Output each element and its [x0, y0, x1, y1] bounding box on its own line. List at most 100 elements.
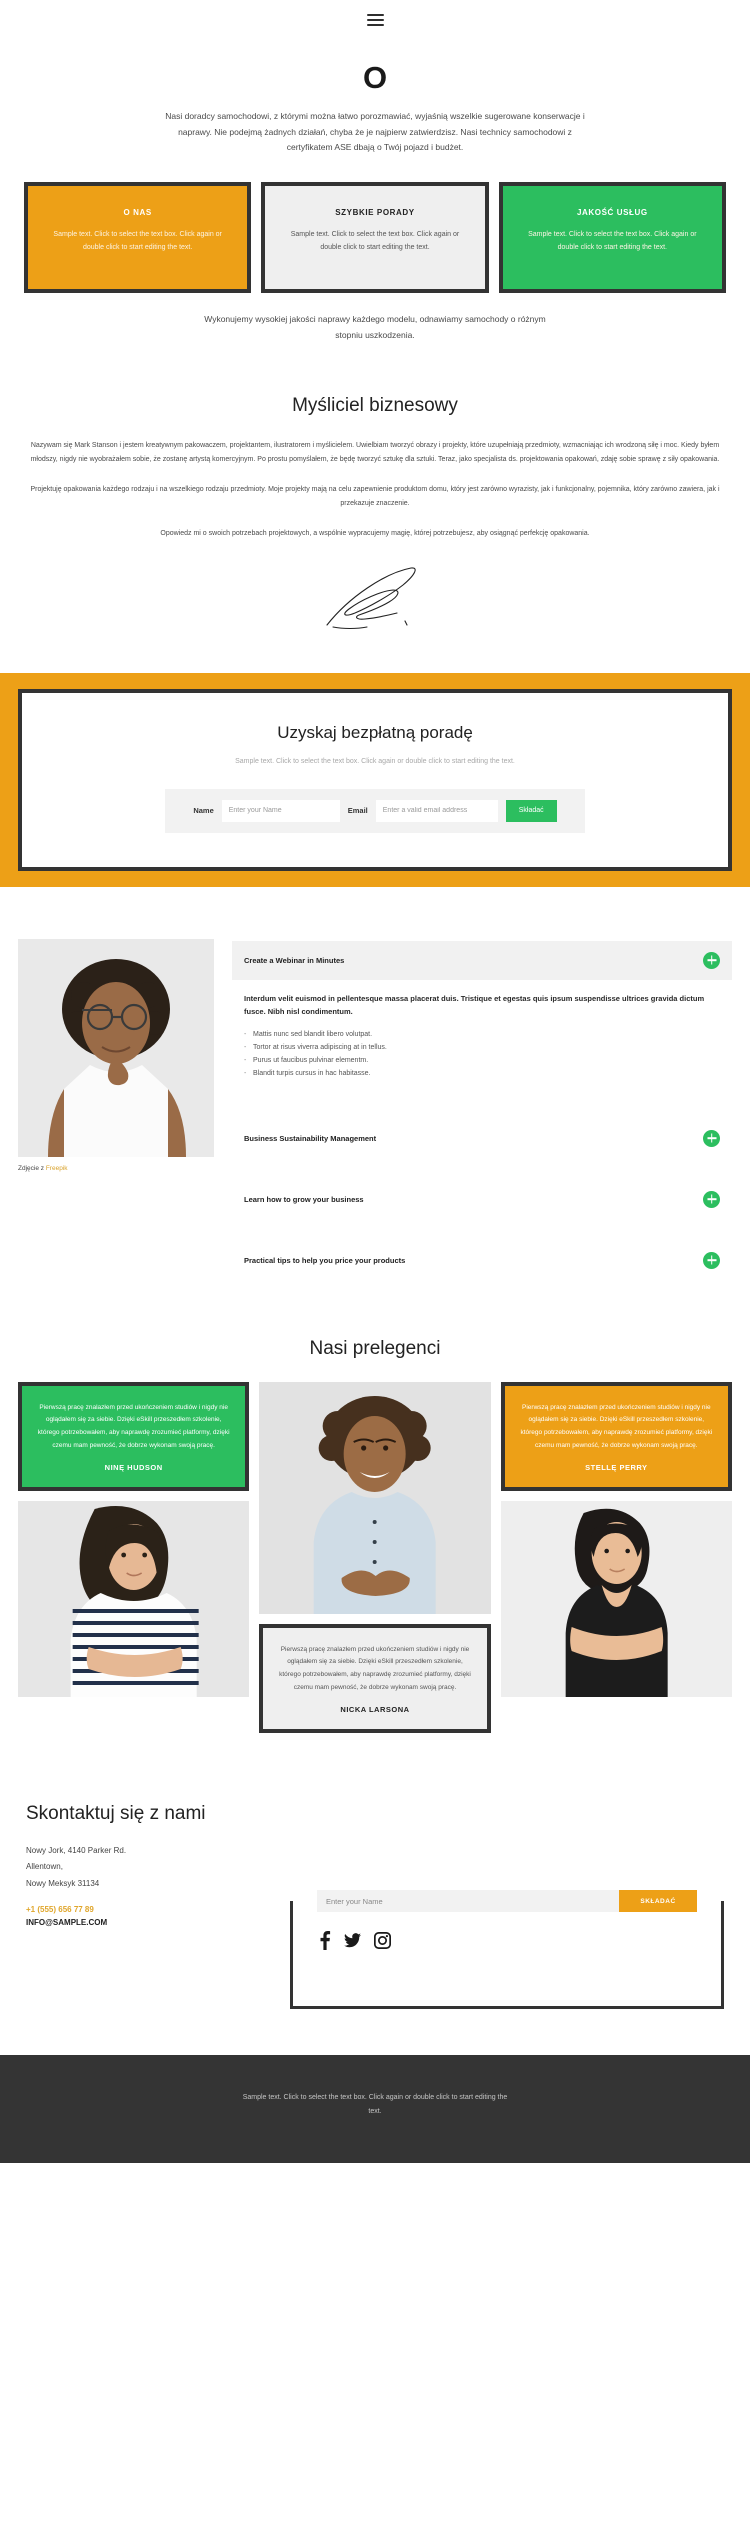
panel-lead: Interdum velit euismod in pellentesque m…	[244, 993, 705, 1016]
list-item: Purus ut faucibus pulvinar elementm.	[244, 1055, 720, 1068]
feature-cards: O NAS Sample text. Click to select the t…	[0, 156, 750, 294]
caption-link-freepik[interactable]: Freepik	[46, 1165, 68, 1172]
facebook-icon[interactable]	[319, 1931, 331, 1951]
accordion-title: Practical tips to help you price your pr…	[244, 1255, 406, 1265]
photo-caption: Zdjęcie z Freepik	[18, 1157, 214, 1172]
cta-card: Uzyskaj bezpłatną poradę Sample text. Cl…	[18, 689, 732, 871]
cta-heading: Uzyskaj bezpłatną poradę	[277, 723, 473, 743]
site-header	[0, 0, 750, 40]
accordion-title: Create a Webinar in Minutes	[244, 955, 345, 965]
caption-prefix: Zdjęcie z	[18, 1164, 46, 1172]
accordion-title: Learn how to grow your business	[244, 1194, 364, 1204]
contact-info: Skontaktuj się z nami Nowy Jork, 4140 Pa…	[26, 1801, 266, 2009]
list-item: Mattis nunc sed blandit libero volutpat.	[244, 1029, 720, 1042]
card-body: Sample text. Click to select the text bo…	[290, 231, 460, 252]
speakers-grid: Pierwszą pracę znalazłem przed ukończeni…	[18, 1381, 732, 1734]
testimonial-quote: Pierwszą pracę znalazłem przed ukończeni…	[520, 1403, 713, 1449]
site-footer: Sample text. Click to select the text bo…	[0, 2055, 750, 2163]
accordion-item-pricing-tips[interactable]: Practical tips to help you price your pr…	[232, 1241, 732, 1280]
cta-name-input[interactable]	[221, 799, 340, 822]
bio-section: Myśliciel biznesowy Nazywam się Mark Sta…	[0, 343, 750, 673]
hamburger-bar	[366, 24, 384, 26]
list-item: Blandit turpis cursus in hac habitasse.	[244, 1068, 720, 1081]
cta-email-input[interactable]	[375, 799, 498, 822]
speakers-column-right: Pierwszą pracę znalazłem przed ukończeni…	[500, 1381, 732, 1734]
cta-band: Uzyskaj bezpłatną poradę Sample text. Cl…	[0, 673, 750, 887]
speakers-column-center: Pierwszą pracę znalazłem przed ukończeni…	[259, 1381, 491, 1734]
plus-icon[interactable]	[703, 1190, 720, 1208]
signature-image	[18, 557, 732, 673]
contact-address: Nowy Jork, 4140 Parker Rd. Allentown, No…	[26, 1843, 266, 1892]
portrait-photo-thinking-woman	[18, 938, 214, 1157]
cta-name-label: Name	[193, 806, 214, 816]
site-logo: O	[362, 60, 388, 95]
testimonial-stelle-perry[interactable]: Pierwszą pracę znalazłem przed ukończeni…	[500, 1381, 732, 1492]
card-jakosc-uslug[interactable]: JAKOŚĆ USŁUG Sample text. Click to selec…	[498, 182, 726, 294]
instagram-icon[interactable]	[374, 1932, 391, 1950]
bio-heading: Myśliciel biznesowy	[292, 395, 458, 417]
cta-form: Name Email Składać	[165, 788, 585, 833]
plus-icon[interactable]	[703, 951, 720, 969]
footer-text: Sample text. Click to select the text bo…	[242, 2094, 508, 2115]
bio-paragraph-2: Projektuję opakowania każdego rodzaju i …	[30, 486, 720, 508]
accordion-item-webinar[interactable]: Create a Webinar in Minutes	[232, 940, 732, 980]
speaker-photo-woman-arms-crossed	[500, 1501, 732, 1698]
card-o-nas[interactable]: O NAS Sample text. Click to select the t…	[24, 182, 252, 294]
accordion: Create a Webinar in Minutes Interdum vel…	[232, 939, 732, 1280]
list-item: Tortor at risus viverra adipiscing at in…	[244, 1042, 720, 1055]
speaker-photo-man-smiling	[259, 1381, 491, 1614]
quality-paragraph: Wykonujemy wysokiej jakości naprawy każd…	[204, 314, 546, 341]
speakers-column-left: Pierwszą pracę znalazłem przed ukończeni…	[18, 1381, 250, 1734]
plus-icon[interactable]	[703, 1129, 720, 1147]
contact-phone[interactable]: +1 (555) 656 77 89	[26, 1905, 266, 1914]
cta-subtext: Sample text. Click to select the text bo…	[235, 758, 515, 766]
hamburger-bar	[366, 19, 384, 21]
hamburger-icon[interactable]	[366, 14, 384, 26]
testimonial-name: STELLĘ PERRY	[585, 1463, 648, 1473]
card-title: SZYBKIE PORADY	[335, 208, 415, 218]
card-body: Sample text. Click to select the text bo…	[528, 231, 697, 252]
accordion-title: Business Sustainability Management	[244, 1133, 377, 1143]
testimonial-name: NINĘ HUDSON	[104, 1463, 163, 1473]
contact-section: Skontaktuj się z nami Nowy Jork, 4140 Pa…	[0, 1733, 750, 2055]
accordion-panel-webinar: Interdum velit euismod in pellentesque m…	[232, 980, 732, 1097]
address-line-1: Nowy Jork, 4140 Parker Rd.	[26, 1845, 127, 1855]
plus-icon[interactable]	[703, 1251, 720, 1269]
testimonial-quote: Pierwszą pracę znalazłem przed ukończeni…	[279, 1645, 471, 1691]
card-szybkie-porady[interactable]: SZYBKIE PORADY Sample text. Click to sel…	[261, 182, 489, 294]
twitter-icon[interactable]	[344, 1932, 361, 1949]
speakers-section: Nasi prelegenci Pierwszą pracę znalazłem…	[0, 1280, 750, 1734]
subscribe-name-input[interactable]	[317, 1890, 619, 1913]
card-title: JAKOŚĆ USŁUG	[576, 208, 648, 218]
card-body: Sample text. Click to select the text bo…	[53, 231, 222, 252]
page-root: O Nasi doradcy samochodowi, z którymi mo…	[0, 0, 750, 2163]
subscribe-frame: SKŁADAĆ	[290, 1890, 724, 2010]
contact-subscribe: SKŁADAĆ	[290, 1801, 724, 2010]
bio-paragraph-3: Opowiedz mi o swoich potrzebach projekto…	[160, 530, 590, 538]
accordion-item-sustainability[interactable]: Business Sustainability Management	[232, 1119, 732, 1158]
accordion-item-grow-business[interactable]: Learn how to grow your business	[232, 1180, 732, 1219]
testimonial-nicka-larsona[interactable]: Pierwszą pracę znalazłem przed ukończeni…	[259, 1623, 491, 1734]
hamburger-bar	[366, 14, 384, 16]
feature-section: Zdjęcie z Freepik Create a Webinar in Mi…	[0, 887, 750, 1280]
cta-submit-button[interactable]: Składać	[505, 799, 557, 822]
intro-section: O Nasi doradcy samochodowi, z którymi mo…	[0, 40, 750, 156]
cta-email-label: Email	[347, 806, 368, 816]
testimonial-nine-hudson[interactable]: Pierwszą pracę znalazłem przed ukończeni…	[18, 1381, 250, 1492]
intro-paragraph: Nasi doradcy samochodowi, z którymi możn…	[165, 111, 585, 153]
contact-email[interactable]: INFO@SAMPLE.COM	[26, 1918, 266, 1927]
feature-media: Zdjęcie z Freepik	[18, 938, 214, 1172]
address-line-2: Allentown,	[26, 1862, 63, 1872]
speaker-photo-woman-striped	[18, 1501, 250, 1698]
bio-paragraph-1: Nazywam się Mark Stanson i jestem kreaty…	[30, 442, 720, 464]
panel-bullet-list: Mattis nunc sed blandit libero volutpat.…	[244, 1029, 720, 1081]
speakers-heading: Nasi prelegenci	[309, 1337, 441, 1359]
testimonial-quote: Pierwszą pracę znalazłem przed ukończeni…	[37, 1403, 230, 1449]
address-line-3: Nowy Meksyk 31134	[26, 1878, 100, 1888]
testimonial-name: NICKA LARSONA	[340, 1705, 410, 1715]
subscribe-submit-button[interactable]: SKŁADAĆ	[619, 1890, 697, 1913]
contact-heading: Skontaktuj się z nami	[26, 1803, 206, 1825]
